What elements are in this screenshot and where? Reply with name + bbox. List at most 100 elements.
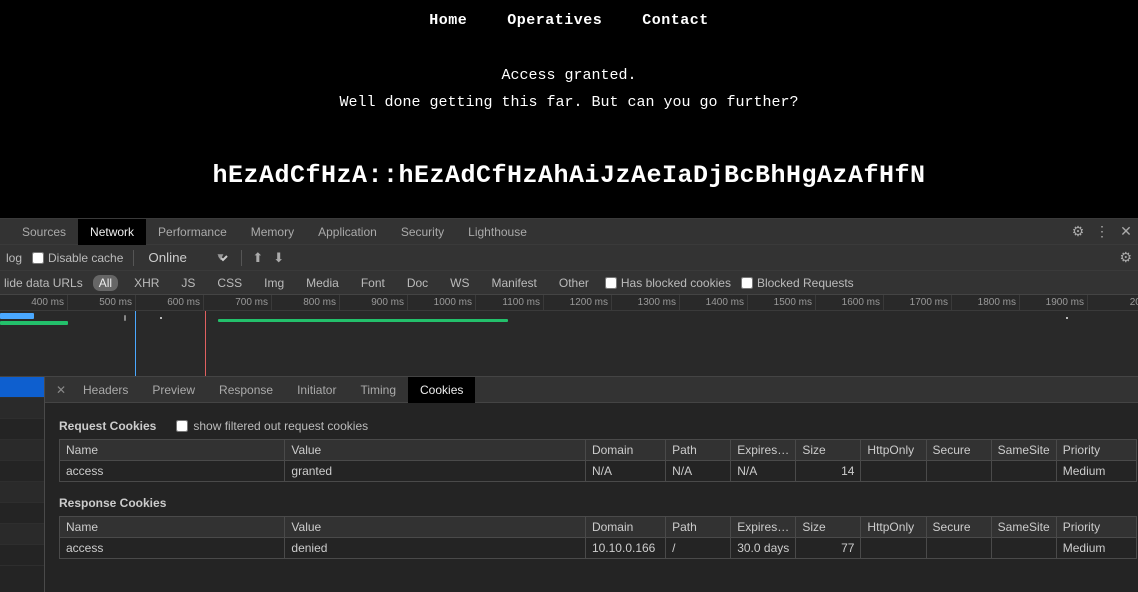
column-header[interactable]: Domain xyxy=(585,517,665,538)
has-blocked-cookies-label: Has blocked cookies xyxy=(621,276,731,290)
column-header[interactable]: HttpOnly xyxy=(861,517,926,538)
timeline-tick: 1900 ms xyxy=(1020,295,1088,310)
disable-cache-checkbox[interactable] xyxy=(32,252,44,264)
column-header[interactable]: Secure xyxy=(926,440,991,461)
upload-icon[interactable]: ⬆ xyxy=(252,250,263,266)
nav-link-operatives[interactable]: Operatives xyxy=(507,12,602,29)
nav-link-contact[interactable]: Contact xyxy=(642,12,709,29)
tab-memory[interactable]: Memory xyxy=(239,219,306,245)
request-row[interactable] xyxy=(0,461,44,482)
timeline-tick: 700 ms xyxy=(204,295,272,310)
cookie-cell: 77 xyxy=(796,538,861,559)
gear-icon[interactable]: ⚙ xyxy=(1066,223,1090,240)
cookie-cell xyxy=(861,538,926,559)
column-header[interactable]: Priority xyxy=(1056,517,1136,538)
tab-security[interactable]: Security xyxy=(389,219,456,245)
request-list[interactable] xyxy=(0,377,45,592)
tab-application[interactable]: Application xyxy=(306,219,389,245)
filter-media[interactable]: Media xyxy=(300,275,345,291)
disable-cache-toggle[interactable]: Disable cache xyxy=(32,251,123,265)
cookie-cell: N/A xyxy=(731,461,796,482)
cookies-pane: Request Cookies show filtered out reques… xyxy=(45,403,1138,559)
tab-performance[interactable]: Performance xyxy=(146,219,239,245)
column-header[interactable]: Value xyxy=(285,517,586,538)
filter-font[interactable]: Font xyxy=(355,275,391,291)
cookie-cell: Medium xyxy=(1056,538,1136,559)
tab-lighthouse[interactable]: Lighthouse xyxy=(456,219,539,245)
network-filter-bar: lide data URLs All XHR JS CSS Img Media … xyxy=(0,271,1138,295)
request-row[interactable] xyxy=(0,419,44,440)
separator xyxy=(133,250,134,266)
throttling-select[interactable]: Online xyxy=(144,248,231,268)
blocked-requests-toggle[interactable]: Blocked Requests xyxy=(741,276,854,290)
column-header[interactable]: Priority xyxy=(1056,440,1136,461)
close-icon[interactable]: ✕ xyxy=(1114,223,1138,240)
close-icon[interactable]: ✕ xyxy=(51,383,71,397)
column-header[interactable]: SameSite xyxy=(991,440,1056,461)
tab-timing[interactable]: Timing xyxy=(348,377,408,403)
request-row[interactable] xyxy=(0,524,44,545)
column-header[interactable]: Path xyxy=(666,440,731,461)
filter-xhr[interactable]: XHR xyxy=(128,275,165,291)
tab-response[interactable]: Response xyxy=(207,377,285,403)
request-row[interactable] xyxy=(0,398,44,419)
filter-all[interactable]: All xyxy=(93,275,118,291)
has-blocked-cookies-toggle[interactable]: Has blocked cookies xyxy=(605,276,731,290)
show-filtered-checkbox[interactable] xyxy=(176,420,188,432)
column-header[interactable]: SameSite xyxy=(991,517,1056,538)
timeline-tick: 1300 ms xyxy=(612,295,680,310)
filter-js[interactable]: JS xyxy=(175,275,201,291)
request-cookies-heading: Request Cookies xyxy=(59,419,156,433)
more-icon[interactable]: ⋮ xyxy=(1090,223,1114,240)
cookie-cell: N/A xyxy=(585,461,665,482)
blocked-requests-checkbox[interactable] xyxy=(741,277,753,289)
filter-css[interactable]: CSS xyxy=(211,275,248,291)
cookie-cell xyxy=(991,461,1056,482)
timeline-tick: 400 ms xyxy=(0,295,68,310)
request-row[interactable] xyxy=(0,482,44,503)
column-header[interactable]: Path xyxy=(666,517,731,538)
request-row-selected[interactable] xyxy=(0,377,44,398)
filter-ws[interactable]: WS xyxy=(444,275,475,291)
column-header[interactable]: Name xyxy=(60,440,285,461)
response-cookies-table: NameValueDomainPathExpires …SizeHttpOnly… xyxy=(59,516,1137,559)
tab-preview[interactable]: Preview xyxy=(140,377,207,403)
tab-sources[interactable]: Sources xyxy=(10,219,78,245)
filter-img[interactable]: Img xyxy=(258,275,290,291)
column-header[interactable]: Domain xyxy=(585,440,665,461)
column-header[interactable]: Expires … xyxy=(731,517,796,538)
load-line xyxy=(205,311,206,376)
download-icon[interactable]: ⬇ xyxy=(273,250,284,266)
show-filtered-label: show filtered out request cookies xyxy=(193,419,368,433)
timeline-tick: 1000 ms xyxy=(408,295,476,310)
request-row[interactable] xyxy=(0,545,44,566)
filter-doc[interactable]: Doc xyxy=(401,275,434,291)
request-row[interactable] xyxy=(0,503,44,524)
nav-link-home[interactable]: Home xyxy=(429,12,467,29)
cookie-row[interactable]: accessdenied10.10.0.166/30.0 days77Mediu… xyxy=(60,538,1137,559)
column-header[interactable]: Size xyxy=(796,517,861,538)
network-timeline[interactable]: 400 ms500 ms600 ms700 ms800 ms900 ms1000… xyxy=(0,295,1138,377)
tab-headers[interactable]: Headers xyxy=(71,377,140,403)
timeline-dot xyxy=(160,317,162,319)
filter-other[interactable]: Other xyxy=(553,275,595,291)
column-header[interactable]: Name xyxy=(60,517,285,538)
tab-cookies[interactable]: Cookies xyxy=(408,377,475,403)
filter-manifest[interactable]: Manifest xyxy=(486,275,543,291)
tab-initiator[interactable]: Initiator xyxy=(285,377,348,403)
site-nav: Home Operatives Contact xyxy=(0,0,1138,29)
cookie-cell xyxy=(926,461,991,482)
gear-icon[interactable]: ⚙ xyxy=(1119,249,1132,266)
column-header[interactable]: Expires … xyxy=(731,440,796,461)
timeline-bar xyxy=(218,319,508,322)
show-filtered-toggle[interactable]: show filtered out request cookies xyxy=(176,419,368,433)
request-row[interactable] xyxy=(0,440,44,461)
cookie-row[interactable]: accessgrantedN/AN/AN/A14Medium xyxy=(60,461,1137,482)
column-header[interactable]: Value xyxy=(285,440,586,461)
column-header[interactable]: HttpOnly xyxy=(861,440,926,461)
column-header[interactable]: Size xyxy=(796,440,861,461)
has-blocked-cookies-checkbox[interactable] xyxy=(605,277,617,289)
tab-network[interactable]: Network xyxy=(78,219,146,245)
webpage-viewport: Home Operatives Contact Access granted. … xyxy=(0,0,1138,218)
column-header[interactable]: Secure xyxy=(926,517,991,538)
